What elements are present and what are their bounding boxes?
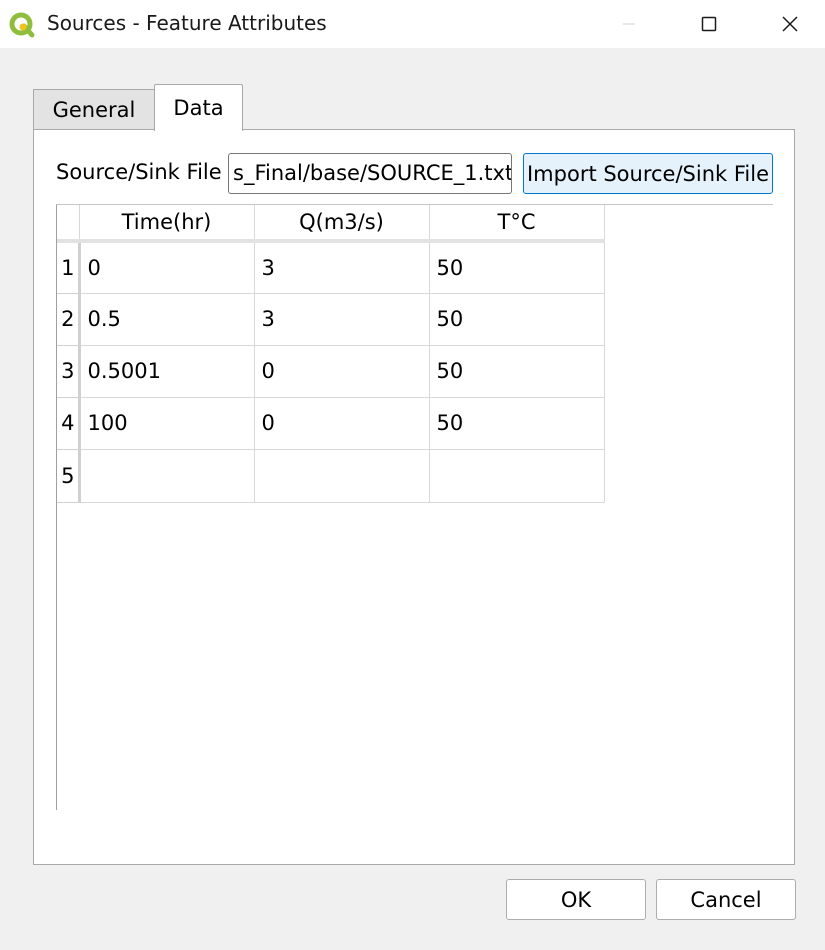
row-header[interactable]: 1 (57, 241, 81, 294)
table-cell[interactable] (254, 449, 430, 503)
tab-data-label: Data (173, 96, 224, 120)
table-cell[interactable]: 0.5001 (79, 345, 255, 398)
tab-data[interactable]: Data (154, 84, 243, 131)
table-row: 5 (57, 449, 605, 503)
column-header-time[interactable]: Time(hr) (79, 205, 255, 243)
table-cell[interactable]: 50 (429, 241, 605, 294)
qgis-logo-icon (9, 12, 35, 38)
maximize-icon (701, 16, 717, 32)
table-row: 3 0.5001 0 50 (57, 345, 605, 398)
table-cell[interactable]: 0.5 (79, 293, 255, 346)
row-header[interactable]: 4 (57, 397, 81, 450)
row-header[interactable]: 2 (57, 293, 81, 346)
table-cell[interactable]: 100 (79, 397, 255, 450)
table-cell[interactable]: 3 (254, 241, 430, 294)
row-header[interactable]: 5 (57, 449, 81, 503)
table-cell[interactable] (79, 449, 255, 503)
maximize-button[interactable] (686, 0, 732, 48)
column-header-flow[interactable]: Q(m3/s) (254, 205, 430, 243)
table-cell[interactable]: 0 (254, 397, 430, 450)
row-header[interactable]: 3 (57, 345, 81, 398)
column-header-temperature[interactable]: T°C (429, 205, 605, 243)
table-cell[interactable]: 0 (254, 345, 430, 398)
data-grid: Time(hr) Q(m3/s) T°C 1 0 3 50 2 0.5 3 50… (57, 205, 605, 503)
table-cell[interactable] (429, 449, 605, 503)
import-source-sink-button[interactable]: Import Source/Sink File (523, 153, 773, 194)
table-cell[interactable]: 50 (429, 397, 605, 450)
table-cell[interactable]: 0 (79, 241, 255, 294)
table-row: 4 100 0 50 (57, 397, 605, 450)
window-title: Sources - Feature Attributes (47, 11, 327, 35)
title-bar: Sources - Feature Attributes (0, 0, 825, 48)
table-row: 1 0 3 50 (57, 241, 605, 294)
tab-general-label: General (52, 98, 136, 122)
data-table: Time(hr) Q(m3/s) T°C 1 0 3 50 2 0.5 3 50… (56, 204, 773, 810)
table-cell[interactable]: 50 (429, 293, 605, 346)
table-cell[interactable]: 3 (254, 293, 430, 346)
minimize-icon (623, 23, 635, 25)
tab-general[interactable]: General (33, 89, 155, 130)
source-sink-file-label: Source/Sink File (56, 160, 222, 184)
table-header-row: Time(hr) Q(m3/s) T°C (57, 205, 605, 243)
cancel-button[interactable]: Cancel (656, 879, 796, 920)
ok-button[interactable]: OK (506, 879, 646, 920)
close-icon (782, 16, 798, 32)
table-corner[interactable] (57, 205, 80, 243)
source-sink-file-field[interactable]: s_Final/base/SOURCE_1.txt (228, 153, 512, 194)
table-row: 2 0.5 3 50 (57, 293, 605, 346)
close-button[interactable] (767, 0, 813, 48)
minimize-button[interactable] (606, 0, 652, 48)
table-cell[interactable]: 50 (429, 345, 605, 398)
